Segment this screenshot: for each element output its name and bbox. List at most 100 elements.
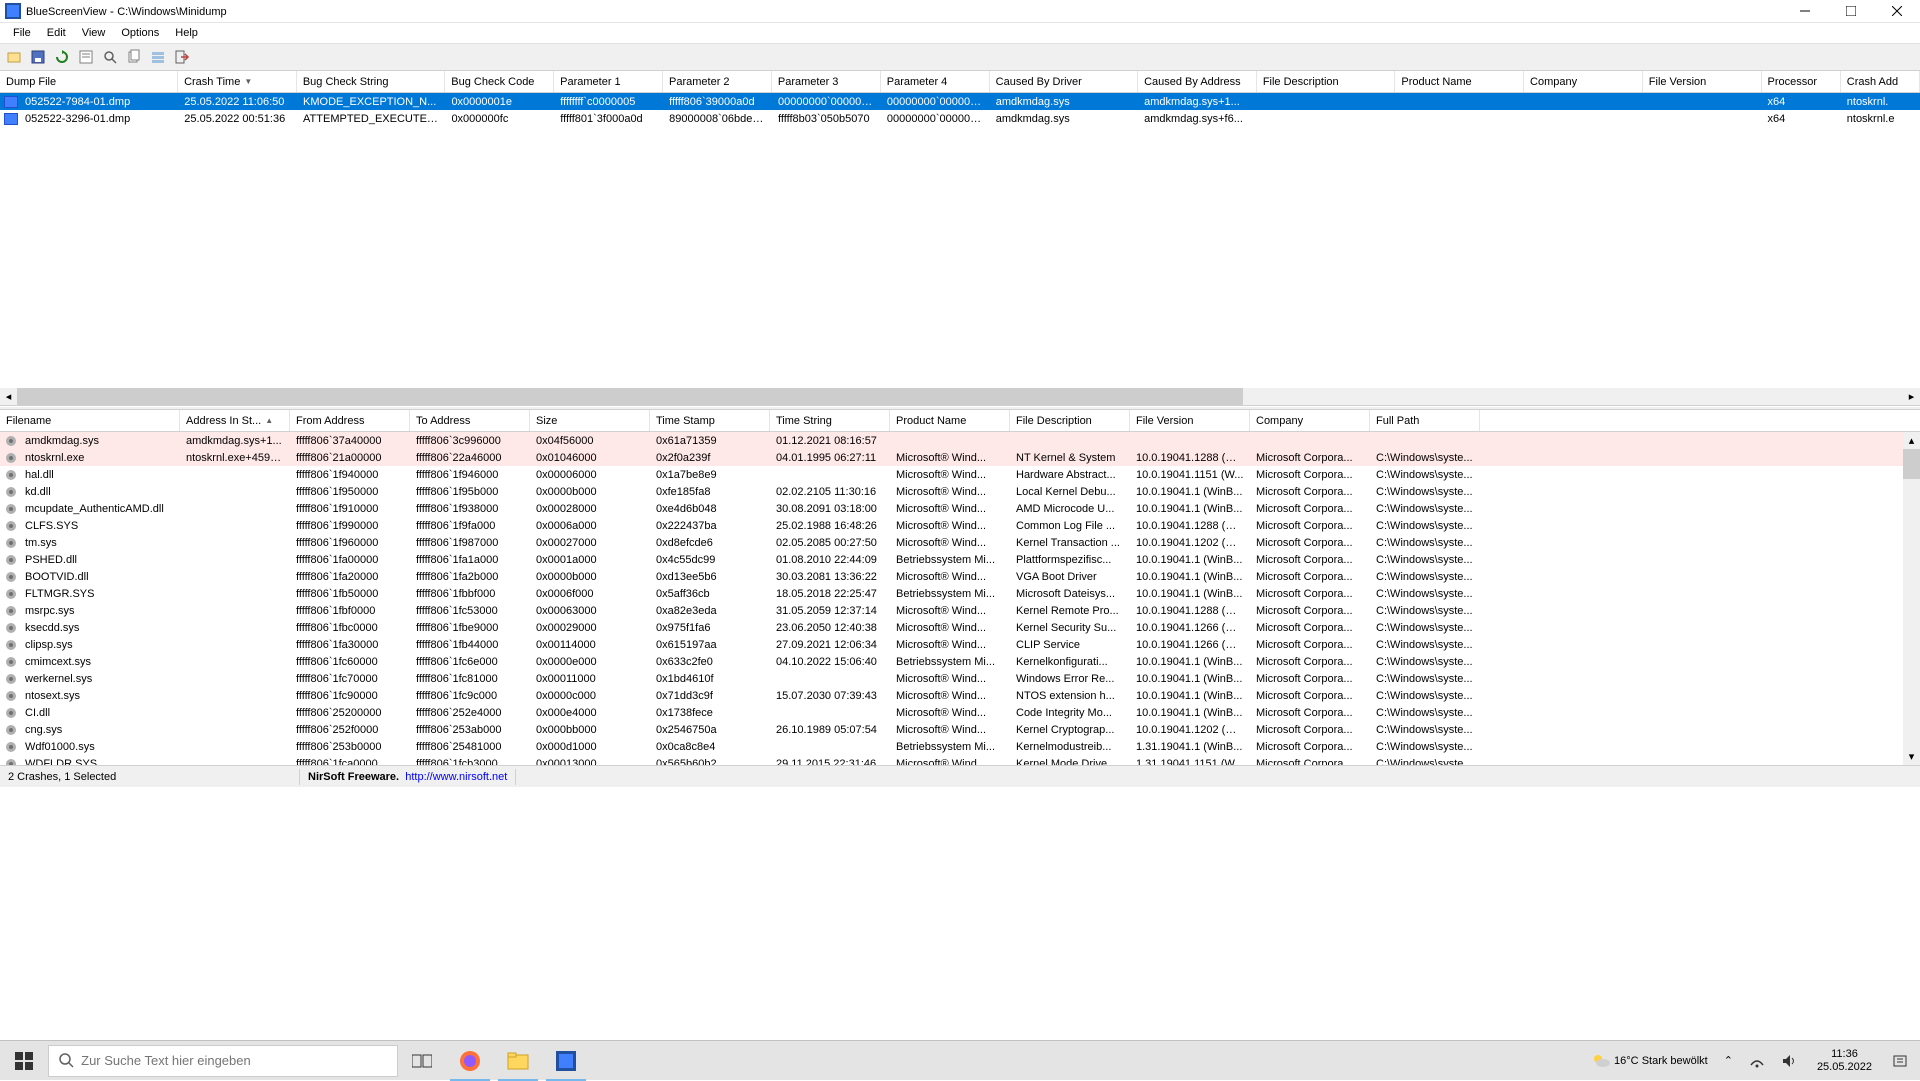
list-row[interactable]: PSHED.dllfffff806`1fa00000fffff806`1fa1a… <box>0 551 1920 568</box>
cell: 10.0.19041.1151 (W... <box>1130 469 1250 481</box>
column-header[interactable]: Time String <box>770 410 890 431</box>
menu-file[interactable]: File <box>5 25 39 41</box>
list-row[interactable]: mcupdate_AuthenticAMD.dllfffff806`1f9100… <box>0 500 1920 517</box>
scroll-up-button[interactable]: ▴ <box>1903 432 1920 449</box>
status-count: 2 Crashes, 1 Selected <box>0 769 300 785</box>
dump-list-body[interactable]: 052522-7984-01.dmp25.05.2022 11:06:50KMO… <box>0 93 1920 388</box>
network-icon[interactable] <box>1745 1049 1769 1073</box>
save-button[interactable] <box>27 46 49 68</box>
search-input[interactable] <box>81 1053 397 1068</box>
properties-button[interactable] <box>75 46 97 68</box>
list-row[interactable]: Wdf01000.sysfffff806`253b0000fffff806`25… <box>0 738 1920 755</box>
list-row[interactable]: ntoskrnl.exentoskrnl.exe+459e...fffff806… <box>0 449 1920 466</box>
column-header[interactable]: Time Stamp <box>650 410 770 431</box>
column-header[interactable]: Product Name <box>1395 71 1524 92</box>
scroll-right-button[interactable]: ▸ <box>1903 388 1920 405</box>
list-row[interactable]: BOOTVID.dllfffff806`1fa20000fffff806`1fa… <box>0 568 1920 585</box>
list-row[interactable]: FLTMGR.SYSfffff806`1fb50000fffff806`1fbb… <box>0 585 1920 602</box>
column-header[interactable]: Parameter 1 <box>554 71 663 92</box>
column-header[interactable]: Caused By Address <box>1138 71 1257 92</box>
horizontal-scrollbar[interactable]: ◂ ▸ <box>0 388 1920 405</box>
column-header[interactable]: Crash Add <box>1841 71 1920 92</box>
exit-button[interactable] <box>171 46 193 68</box>
list-row[interactable]: amdkmdag.sysamdkmdag.sys+1...fffff806`37… <box>0 432 1920 449</box>
column-header[interactable]: File Version <box>1130 410 1250 431</box>
column-header[interactable]: Size <box>530 410 650 431</box>
refresh-button[interactable] <box>51 46 73 68</box>
column-header[interactable]: Caused By Driver <box>990 71 1138 92</box>
driver-list-body[interactable]: amdkmdag.sysamdkmdag.sys+1...fffff806`37… <box>0 432 1920 765</box>
column-header[interactable]: From Address <box>290 410 410 431</box>
list-row[interactable]: 052522-7984-01.dmp25.05.2022 11:06:50KMO… <box>0 93 1920 110</box>
column-header[interactable]: Company <box>1250 410 1370 431</box>
options-button[interactable] <box>147 46 169 68</box>
scroll-down-button[interactable]: ▾ <box>1903 748 1920 765</box>
list-row[interactable]: kd.dllfffff806`1f950000fffff806`1f95b000… <box>0 483 1920 500</box>
column-header[interactable]: Parameter 4 <box>881 71 990 92</box>
column-header[interactable]: Full Path <box>1370 410 1480 431</box>
column-header[interactable]: Bug Check Code <box>445 71 554 92</box>
column-header[interactable]: Filename <box>0 410 180 431</box>
menu-edit[interactable]: Edit <box>39 25 74 41</box>
column-header[interactable]: Product Name <box>890 410 1010 431</box>
start-button[interactable] <box>0 1041 48 1081</box>
weather-widget[interactable]: 16°C Stark bewölkt <box>1587 1047 1712 1075</box>
column-header[interactable]: To Address <box>410 410 530 431</box>
menu-view[interactable]: View <box>74 25 114 41</box>
menu-options[interactable]: Options <box>113 25 167 41</box>
cell: Microsoft Corpora... <box>1250 486 1370 498</box>
minimize-button[interactable] <box>1782 0 1828 23</box>
list-row[interactable]: ksecdd.sysfffff806`1fbc0000fffff806`1fbe… <box>0 619 1920 636</box>
maximize-button[interactable] <box>1828 0 1874 23</box>
cell: 00000000`000000... <box>772 96 881 108</box>
bluescreenview-task-icon[interactable] <box>542 1041 590 1081</box>
notifications-icon[interactable] <box>1888 1049 1912 1073</box>
column-header[interactable]: Bug Check String <box>297 71 445 92</box>
cell: Microsoft Corpora... <box>1250 571 1370 583</box>
taskbar-search[interactable] <box>48 1045 398 1077</box>
list-row[interactable]: hal.dllfffff806`1f940000fffff806`1f94600… <box>0 466 1920 483</box>
task-view-button[interactable] <box>398 1041 446 1081</box>
list-row[interactable]: cmimcext.sysfffff806`1fc60000fffff806`1f… <box>0 653 1920 670</box>
column-header[interactable]: Parameter 3 <box>772 71 881 92</box>
tray-chevron-icon[interactable]: ⌃ <box>1720 1050 1737 1071</box>
volume-icon[interactable] <box>1777 1049 1801 1073</box>
cell: C:\Windows\syste... <box>1370 622 1480 634</box>
vertical-scrollbar[interactable]: ▴ ▾ <box>1903 432 1920 765</box>
list-row[interactable]: CI.dllfffff806`25200000fffff806`252e4000… <box>0 704 1920 721</box>
close-button[interactable] <box>1874 0 1920 23</box>
column-header[interactable]: File Version <box>1643 71 1762 92</box>
open-button[interactable] <box>3 46 25 68</box>
firefox-task-icon[interactable] <box>446 1041 494 1081</box>
list-row[interactable]: 052522-3296-01.dmp25.05.2022 00:51:36ATT… <box>0 110 1920 127</box>
menu-help[interactable]: Help <box>167 25 206 41</box>
column-header[interactable]: Address In St...▲ <box>180 410 290 431</box>
cell: 0x00063000 <box>530 605 650 617</box>
column-header[interactable]: Company <box>1524 71 1643 92</box>
list-row[interactable]: WDFLDR.SYSfffff806`1fca0000fffff806`1fcb… <box>0 755 1920 765</box>
cell: Microsoft® Wind... <box>890 469 1010 481</box>
cell: 10.0.19041.1202 (W... <box>1130 537 1250 549</box>
cell: 0x5aff36cb <box>650 588 770 600</box>
cell: 0x0000e000 <box>530 656 650 668</box>
list-row[interactable]: CLFS.SYSfffff806`1f990000fffff806`1f9fa0… <box>0 517 1920 534</box>
column-header[interactable]: Parameter 2 <box>663 71 772 92</box>
column-header[interactable]: File Description <box>1010 410 1130 431</box>
scroll-left-button[interactable]: ◂ <box>0 388 17 405</box>
explorer-task-icon[interactable] <box>494 1041 542 1081</box>
list-row[interactable]: cng.sysfffff806`252f0000fffff806`253ab00… <box>0 721 1920 738</box>
find-button[interactable] <box>99 46 121 68</box>
row-icon <box>3 553 19 567</box>
column-header[interactable]: File Description <box>1257 71 1396 92</box>
column-header[interactable]: Crash Time▼ <box>178 71 297 92</box>
list-row[interactable]: clipsp.sysfffff806`1fa30000fffff806`1fb4… <box>0 636 1920 653</box>
copy-button[interactable] <box>123 46 145 68</box>
column-header[interactable]: Dump File <box>0 71 178 92</box>
list-row[interactable]: tm.sysfffff806`1f960000fffff806`1f987000… <box>0 534 1920 551</box>
column-header[interactable]: Processor <box>1762 71 1841 92</box>
list-row[interactable]: msrpc.sysfffff806`1fbf0000fffff806`1fc53… <box>0 602 1920 619</box>
nirsoft-link[interactable]: http://www.nirsoft.net <box>405 771 507 783</box>
list-row[interactable]: ntosext.sysfffff806`1fc90000fffff806`1fc… <box>0 687 1920 704</box>
taskbar-clock[interactable]: 11:36 25.05.2022 <box>1809 1048 1880 1074</box>
list-row[interactable]: werkernel.sysfffff806`1fc70000fffff806`1… <box>0 670 1920 687</box>
